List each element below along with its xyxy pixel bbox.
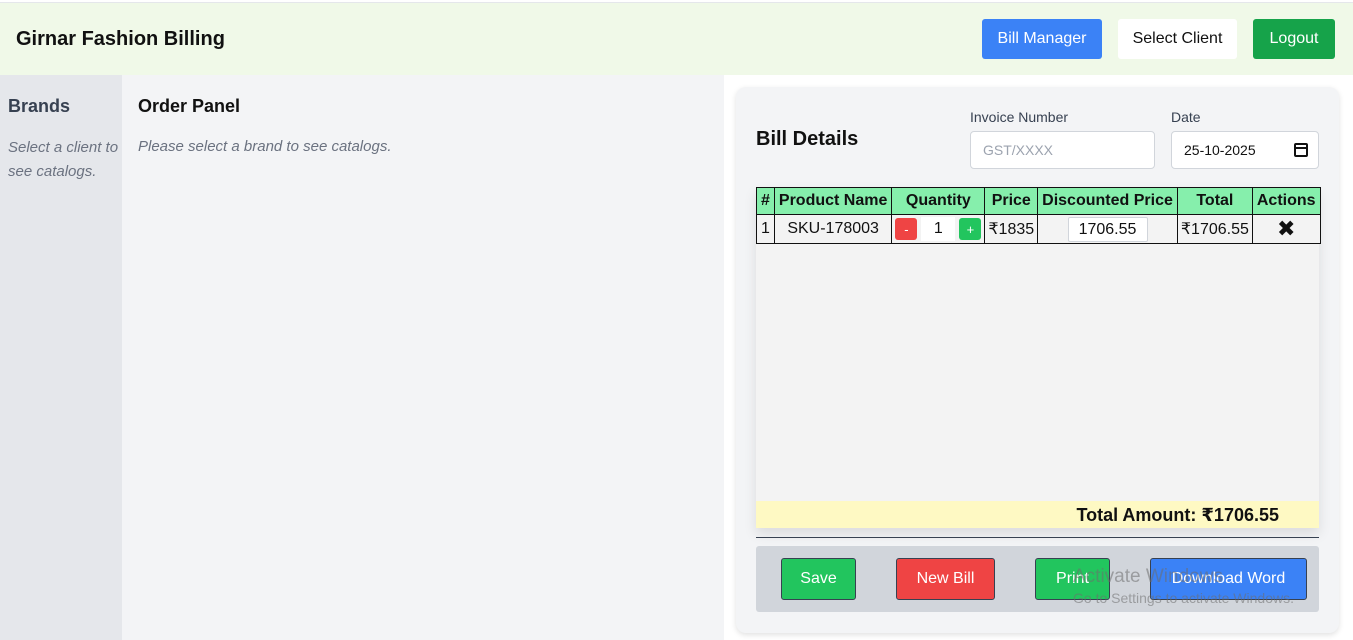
column-header-quantity: Quantity bbox=[891, 187, 986, 215]
column-header-discounted-price: Discounted Price bbox=[1037, 187, 1178, 215]
save-button[interactable]: Save bbox=[781, 558, 856, 600]
date-input[interactable]: 25-10-2025 bbox=[1171, 131, 1319, 169]
calendar-icon[interactable] bbox=[1294, 143, 1308, 157]
quantity-input[interactable]: 1 bbox=[921, 217, 956, 241]
print-button[interactable]: Print bbox=[1035, 558, 1110, 600]
date-label: Date bbox=[1171, 109, 1201, 125]
total-amount: Total Amount: ₹1706.55 bbox=[1076, 505, 1279, 525]
bill-items-table: # Product Name Quantity Price Discounted… bbox=[756, 187, 1321, 244]
select-client-button[interactable]: Select Client bbox=[1118, 19, 1237, 59]
total-amount-bar: Total Amount: ₹1706.55 bbox=[756, 501, 1319, 528]
invoice-number-label: Invoice Number bbox=[970, 109, 1069, 125]
divider bbox=[756, 537, 1319, 538]
close-icon[interactable]: ✖ bbox=[1277, 216, 1295, 241]
bill-manager-button[interactable]: Bill Manager bbox=[982, 19, 1102, 59]
column-header-index: # bbox=[756, 187, 775, 215]
app-header: Girnar Fashion Billing Bill Manager Sele… bbox=[0, 3, 1353, 75]
order-panel-title: Order Panel bbox=[138, 96, 241, 116]
invoice-number-input[interactable]: GST/XXXX bbox=[970, 131, 1155, 169]
row-quantity-cell: - 1 + bbox=[891, 214, 986, 244]
row-product-name: SKU-178003 bbox=[773, 214, 893, 244]
table-row: 1 SKU-178003 - 1 + ₹1835 1706.55 ₹1706.5… bbox=[756, 214, 1321, 244]
row-index: 1 bbox=[756, 214, 775, 244]
quantity-stepper: - 1 + bbox=[895, 217, 982, 241]
date-value: 25-10-2025 bbox=[1184, 142, 1256, 158]
decrease-quantity-button[interactable]: - bbox=[895, 218, 918, 240]
logout-button[interactable]: Logout bbox=[1253, 19, 1335, 59]
app-title: Girnar Fashion Billing bbox=[16, 28, 225, 50]
order-panel-empty-message: Please select a brand to see catalogs. bbox=[138, 138, 392, 155]
increase-quantity-button[interactable]: + bbox=[959, 218, 982, 240]
brands-title: Brands bbox=[8, 96, 71, 116]
brands-sidebar: Brands Select a client to see catalogs. bbox=[0, 75, 122, 640]
bill-panel: Bill Details Invoice Number GST/XXXX Dat… bbox=[724, 75, 1353, 640]
bill-card: Bill Details Invoice Number GST/XXXX Dat… bbox=[736, 87, 1339, 633]
new-bill-button[interactable]: New Bill bbox=[896, 558, 995, 600]
bill-title: Bill Details bbox=[756, 128, 859, 150]
bill-table-area: # Product Name Quantity Price Discounted… bbox=[756, 187, 1321, 528]
order-panel: Order Panel Please select a brand to see… bbox=[122, 75, 724, 640]
column-header-actions: Actions bbox=[1251, 187, 1321, 215]
column-header-price: Price bbox=[984, 187, 1039, 215]
column-header-product-name: Product Name bbox=[773, 187, 893, 215]
row-total: ₹1706.55 bbox=[1176, 214, 1253, 244]
brands-empty-message: Select a client to see catalogs. bbox=[8, 139, 119, 180]
download-word-button[interactable]: Download Word bbox=[1150, 558, 1307, 600]
table-header-row: # Product Name Quantity Price Discounted… bbox=[756, 187, 1321, 215]
row-price: ₹1835 bbox=[984, 214, 1039, 244]
row-discounted-price-cell: 1706.55 bbox=[1037, 214, 1178, 244]
bill-actions-bar: Save New Bill Print Download Word bbox=[756, 546, 1319, 612]
column-header-total: Total bbox=[1176, 187, 1253, 215]
discounted-price-input[interactable]: 1706.55 bbox=[1067, 216, 1148, 242]
row-actions: ✖ bbox=[1251, 214, 1321, 244]
